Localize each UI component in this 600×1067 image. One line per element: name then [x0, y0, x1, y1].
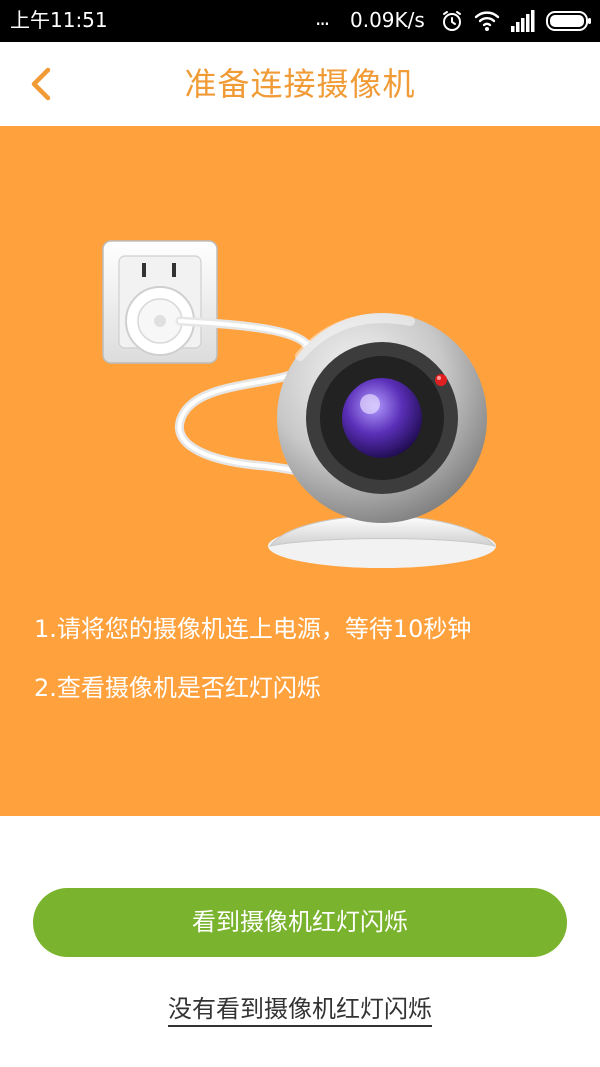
status-dots: ... — [315, 6, 330, 30]
signal-icon — [511, 10, 535, 32]
header: 准备连接摄像机 — [0, 42, 600, 126]
connect-camera-illustration — [102, 240, 497, 568]
status-bar: 上午11:51 ... 0.09K/s — [0, 0, 600, 42]
network-speed: 0.09K/s — [350, 8, 425, 32]
no-red-light-link-container: 没有看到摄像机红灯闪烁 — [0, 992, 600, 1027]
status-icons — [440, 8, 592, 34]
instruction-panel: 1.请将您的摄像机连上电源，等待10秒钟 2.查看摄像机是否红灯闪烁 — [0, 126, 600, 816]
no-red-light-link[interactable]: 没有看到摄像机红灯闪烁 — [168, 995, 432, 1027]
battery-icon — [546, 11, 591, 31]
alarm-icon — [443, 11, 461, 31]
instruction-step-2: 2.查看摄像机是否红灯闪烁 — [34, 674, 321, 702]
instruction-step-1: 1.请将您的摄像机连上电源，等待10秒钟 — [34, 615, 472, 643]
camera-icon — [268, 313, 497, 568]
wifi-icon — [474, 11, 500, 31]
status-time: 上午11:51 — [10, 8, 108, 32]
power-outlet-icon — [102, 240, 218, 364]
page-title: 准备连接摄像机 — [184, 65, 416, 103]
confirm-red-light-button[interactable]: 看到摄像机红灯闪烁 — [33, 888, 567, 957]
